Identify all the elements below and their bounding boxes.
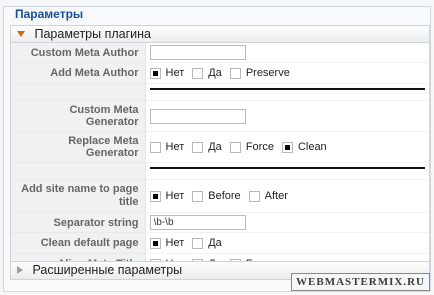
custom-meta-generator-label: Custom Meta Generator [11,100,146,132]
plugin-params-header[interactable]: Параметры плагина [11,26,429,43]
replace-meta-generator-radios: Нет Да Force Clean [149,139,426,155]
add-meta-author-radio-preserve[interactable] [229,67,241,79]
add-site-name-radio-after[interactable] [248,190,260,202]
replace-meta-generator-radio-force[interactable] [229,141,241,153]
clean-default-page-radio-no[interactable] [149,237,161,249]
add-meta-author-radio-no[interactable] [149,67,161,79]
plugin-params-pane: Параметры плагина Custom Meta Author Add… [10,25,430,276]
custom-meta-author-label: Custom Meta Author [11,43,146,63]
parameters-legend: Параметры [12,7,87,21]
replace-meta-generator-option-yes: Да [208,141,222,153]
add-site-name-label: Add site name to page title [11,179,146,213]
plugin-params-title: Параметры плагина [34,27,152,41]
custom-meta-generator-input[interactable] [149,108,246,124]
params-table: Custom Meta Author Add Meta Author Нет Д… [11,43,429,275]
add-site-name-radios: Нет Before After [149,188,426,204]
parameters-fieldset: Параметры Параметры плагина Custom Meta … [3,6,431,292]
replace-meta-generator-option-clean: Clean [297,141,327,153]
add-site-name-option-before: Before [208,190,241,202]
add-site-name-option-after: After [264,190,288,202]
clean-default-page-option-yes: Да [208,237,222,249]
clean-default-page-radio-yes[interactable] [192,237,204,249]
replace-meta-generator-option-force: Force [245,141,274,153]
replace-meta-generator-radio-clean[interactable] [281,141,293,153]
clean-default-page-label: Clean default page [11,232,146,254]
add-site-name-radio-before[interactable] [192,190,204,202]
add-meta-author-option-no: Нет [165,67,185,79]
add-meta-author-radio-yes[interactable] [192,67,204,79]
add-site-name-radio-no[interactable] [149,190,161,202]
separator-line-2 [149,167,425,169]
clean-default-page-option-no: Нет [165,237,185,249]
replace-meta-generator-option-no: Нет [165,141,185,153]
watermark-logo: WEBMASTERMIX.RU [291,273,430,291]
add-site-name-option-no: Нет [165,190,185,202]
replace-meta-generator-label: Replace Meta Generator [11,131,146,163]
add-meta-author-label: Add Meta Author [11,62,146,84]
custom-meta-author-input[interactable] [149,45,246,60]
separator-label-cell-2 [11,162,146,180]
replace-meta-generator-radio-yes[interactable] [192,141,204,153]
separator-label-cell [11,83,146,101]
add-meta-author-option-yes: Да [208,67,222,79]
separator-string-input[interactable] [149,215,246,230]
clean-default-page-radios: Нет Да [149,235,426,251]
replace-meta-generator-radio-no[interactable] [149,141,161,153]
add-meta-author-option-preserve: Preserve [245,67,290,79]
separator-string-label: Separator string [11,212,146,233]
add-meta-author-radios: Нет Да Preserve [149,65,426,81]
separator-line [149,88,425,90]
advanced-params-title: Расширенные параметры [32,263,183,277]
expanded-arrow-icon [17,30,25,37]
collapsed-arrow-icon [17,265,23,274]
